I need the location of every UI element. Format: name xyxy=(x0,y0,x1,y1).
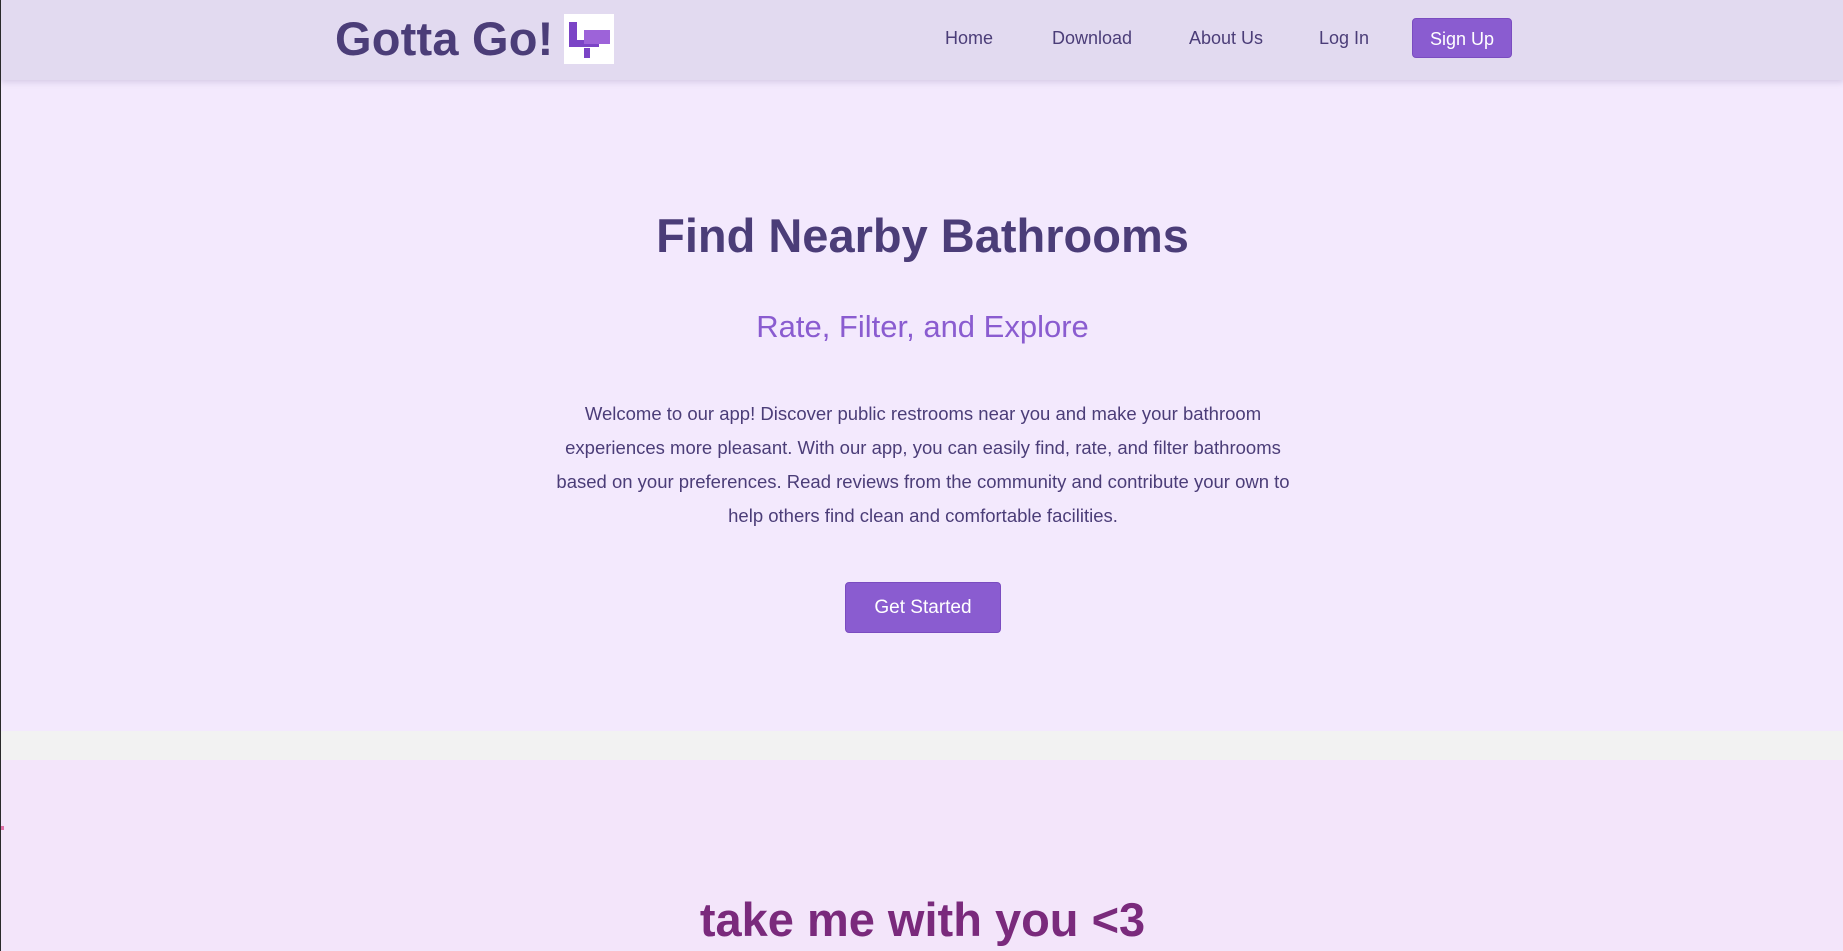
get-started-button[interactable]: Get Started xyxy=(845,582,1001,633)
hero-title: Find Nearby Bathrooms xyxy=(656,209,1189,262)
nav-link-download[interactable]: Download xyxy=(1052,18,1132,58)
download-section-title: take me with you <3 xyxy=(699,893,1146,946)
hero-subtitle: Rate, Filter, and Explore xyxy=(756,309,1089,344)
download-section: take me with you <3 xyxy=(1,760,1843,951)
edge-mark xyxy=(1,826,4,830)
top-navbar: Gotta Go! Home Download About Us Log In … xyxy=(1,0,1843,80)
main-nav: Home Download About Us Log In Sign Up xyxy=(1,18,1843,58)
hero-description: Welcome to our app! Discover public rest… xyxy=(556,403,1290,526)
page: Gotta Go! Home Download About Us Log In … xyxy=(0,0,1843,951)
nav-link-home[interactable]: Home xyxy=(945,18,993,58)
nav-link-log-in[interactable]: Log In xyxy=(1319,18,1369,58)
hero-section: Find Nearby Bathrooms Rate, Filter, and … xyxy=(1,80,1843,731)
nav-link-about-us[interactable]: About Us xyxy=(1189,18,1263,58)
section-divider xyxy=(1,731,1843,760)
sign-up-button[interactable]: Sign Up xyxy=(1412,18,1512,58)
